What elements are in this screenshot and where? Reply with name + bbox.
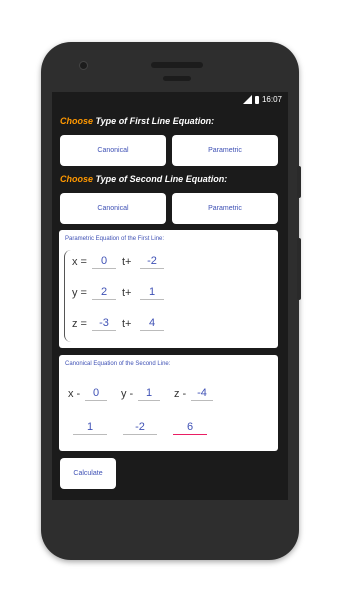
canonical-numer-input[interactable]: 1: [138, 387, 160, 401]
second-parametric-button[interactable]: Parametric: [172, 193, 278, 224]
param-var: x =: [72, 256, 87, 268]
parametric-card-title: Parametric Equation of the First Line:: [65, 236, 165, 242]
status-time: 16:07: [261, 95, 282, 104]
first-canonical-button[interactable]: Canonical: [60, 135, 166, 166]
sensor-slot: [163, 76, 191, 81]
second-heading-accent: Choose: [60, 174, 94, 184]
canonical-var: z -: [174, 388, 187, 400]
param-input-b[interactable]: -2: [140, 255, 164, 269]
canonical-numerators: x - 0 y - 1 z - -4: [68, 387, 213, 401]
param-op: t+: [122, 287, 132, 299]
param-op: t+: [122, 256, 132, 268]
first-heading-accent: Choose: [60, 116, 94, 126]
canonical-denom-input[interactable]: -2: [123, 421, 157, 435]
canonical-var: x -: [68, 388, 81, 400]
param-row-x: x = 0 t+ -2: [72, 255, 164, 269]
canonical-var: y -: [121, 388, 134, 400]
status-bar: 16:07: [242, 95, 282, 104]
param-input-a[interactable]: 0: [92, 255, 116, 269]
battery-icon: [254, 95, 259, 104]
param-row-y: y = 2 t+ 1: [72, 286, 164, 300]
param-op: t+: [122, 318, 132, 330]
second-canonical-button[interactable]: Canonical: [60, 193, 166, 224]
volume-button: [297, 238, 301, 300]
signal-icon: [242, 95, 252, 104]
first-parametric-button[interactable]: Parametric: [172, 135, 278, 166]
power-button: [297, 166, 301, 198]
speaker-grille: [151, 62, 203, 68]
canonical-denom-input[interactable]: 1: [73, 421, 107, 435]
canonical-card-title: Canonical Equation of the Second Line:: [65, 361, 171, 367]
param-input-b[interactable]: 1: [140, 286, 164, 300]
second-line-heading: Choose Type of Second Line Equation:: [60, 174, 227, 184]
front-camera: [79, 61, 88, 70]
param-row-z: z = -3 t+ 4: [72, 317, 164, 331]
canonical-denominators: 1 -2 6: [73, 421, 207, 435]
second-heading-text: Type of Second Line Equation:: [93, 174, 228, 184]
param-var: z =: [72, 318, 87, 330]
param-input-b[interactable]: 4: [140, 317, 164, 331]
canonical-card: Canonical Equation of the Second Line: x…: [59, 355, 278, 451]
param-input-a[interactable]: -3: [92, 317, 116, 331]
param-input-a[interactable]: 2: [92, 286, 116, 300]
canonical-numer-input[interactable]: 0: [85, 387, 107, 401]
calculate-button[interactable]: Calculate: [60, 458, 116, 489]
app-screen: 16:07 Choose Type of First Line Equation…: [52, 92, 288, 500]
canonical-numer-input[interactable]: -4: [191, 387, 213, 401]
first-heading-text: Type of First Line Equation:: [93, 116, 215, 126]
param-var: y =: [72, 287, 87, 299]
system-brace: [64, 250, 71, 342]
first-line-heading: Choose Type of First Line Equation:: [60, 116, 214, 126]
parametric-card: Parametric Equation of the First Line: x…: [59, 230, 278, 348]
canonical-denom-input-focused[interactable]: 6: [173, 421, 207, 435]
